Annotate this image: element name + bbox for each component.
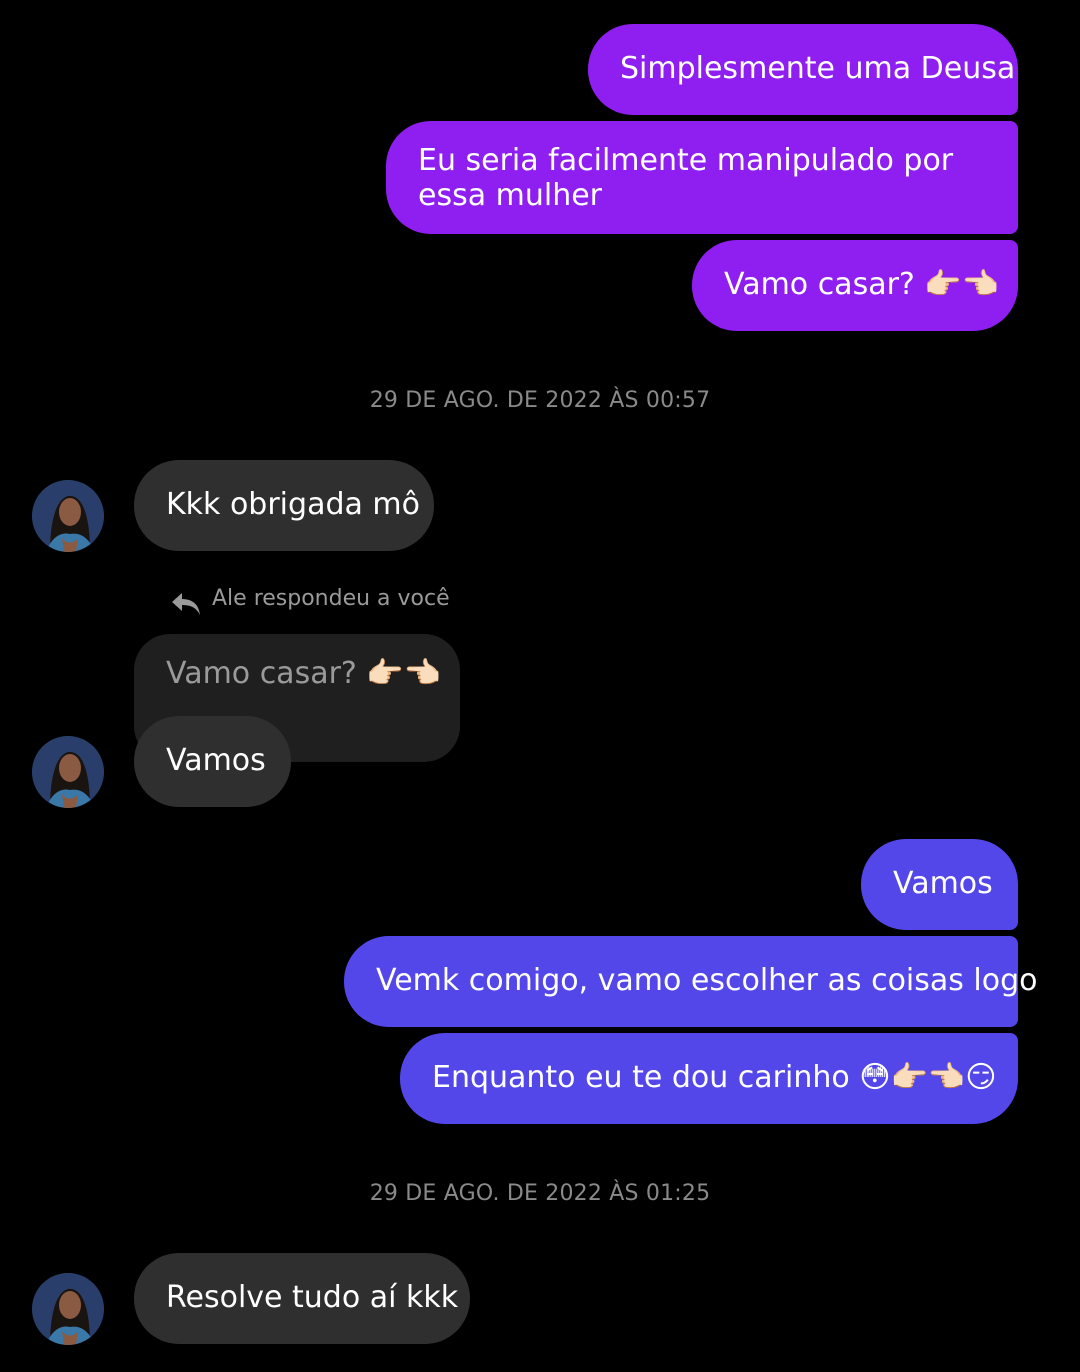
message-text: Simplesmente uma Deusa bbox=[620, 51, 1016, 86]
avatar-image bbox=[32, 736, 104, 808]
received-message-bubble[interactable]: Resolve tudo aí kkk bbox=[134, 1253, 470, 1344]
message-text: Vemk comigo, vamo escolher as coisas log… bbox=[376, 963, 1038, 998]
message-text: Vamo casar? 👉🏻👈🏻 bbox=[724, 267, 1000, 302]
message-text: Kkk obrigada mô bbox=[166, 487, 420, 522]
message-text: Enquanto eu te dou carinho 😳👉🏻👈🏻😏 bbox=[432, 1060, 997, 1095]
message-text: Resolve tudo aí kkk bbox=[166, 1280, 459, 1315]
sent-message-bubble[interactable]: Eu seria facilmente manipulado por essa … bbox=[386, 121, 1018, 234]
contact-avatar[interactable] bbox=[32, 736, 104, 808]
sent-message-bubble[interactable]: Enquanto eu te dou carinho 😳👉🏻👈🏻😏 bbox=[400, 1033, 1018, 1124]
received-message-bubble[interactable]: Kkk obrigada mô bbox=[134, 460, 434, 551]
sent-message-bubble[interactable]: Vamos bbox=[861, 839, 1018, 930]
quoted-message-text: Vamo casar? 👉🏻👈🏻 bbox=[166, 656, 442, 691]
avatar-image bbox=[32, 480, 104, 552]
message-text: Eu seria facilmente manipulado por essa … bbox=[418, 143, 954, 213]
message-timestamp: 29 DE AGO. DE 2022 ÀS 01:25 bbox=[369, 1181, 711, 1206]
reply-indicator: Ale respondeu a você bbox=[170, 579, 450, 617]
sent-message-bubble[interactable]: Vamo casar? 👉🏻👈🏻 bbox=[692, 240, 1018, 331]
received-message-bubble[interactable]: Vamos bbox=[134, 716, 291, 807]
reply-label-text: Ale respondeu a você bbox=[212, 585, 450, 611]
message-text: Vamos bbox=[166, 743, 266, 778]
avatar-image bbox=[32, 1273, 104, 1345]
message-text: Vamos bbox=[893, 866, 993, 901]
reply-arrow-icon bbox=[172, 593, 200, 615]
sent-message-bubble[interactable]: Simplesmente uma Deusa bbox=[588, 24, 1018, 115]
contact-avatar[interactable] bbox=[32, 480, 104, 552]
contact-avatar[interactable] bbox=[32, 1273, 104, 1345]
sent-message-bubble[interactable]: Vemk comigo, vamo escolher as coisas log… bbox=[344, 936, 1038, 1027]
message-timestamp: 29 DE AGO. DE 2022 ÀS 00:57 bbox=[369, 388, 711, 413]
